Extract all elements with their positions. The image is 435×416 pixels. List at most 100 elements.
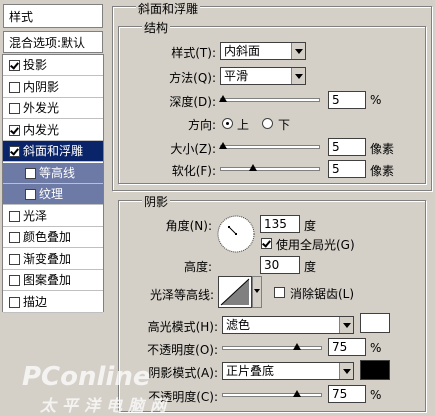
highlight-opacity-input[interactable]: 75: [328, 338, 366, 356]
highlight-color-swatch[interactable]: [360, 313, 390, 333]
style-item-8[interactable]: 光泽: [3, 205, 103, 227]
shading-title: 阴影: [142, 193, 171, 210]
size-input[interactable]: 5: [328, 138, 366, 156]
depth-slider[interactable]: [218, 95, 320, 102]
style-item-label: 图案叠加: [23, 273, 72, 287]
depth-slider-thumb[interactable]: [218, 95, 227, 102]
anti-alias-label: 消除锯齿(L): [290, 287, 355, 301]
style-item-checkbox[interactable]: [25, 167, 36, 179]
style-item-label: 等高线: [39, 165, 76, 180]
direction-down-radio[interactable]: [262, 118, 273, 129]
highlight-mode-label: 高光模式(H):: [147, 320, 218, 334]
bevel-emboss-title: 斜面和浮雕: [136, 0, 201, 17]
altitude-input[interactable]: 30: [260, 256, 300, 274]
angle-unit: 度: [304, 219, 317, 233]
depth-input[interactable]: 5: [328, 91, 366, 109]
shadow-opacity-thumb[interactable]: [292, 390, 301, 397]
styles-header-label: 样式: [9, 10, 34, 24]
blending-options-default[interactable]: 混合选项:默认: [3, 31, 103, 53]
style-item-label: 渐变叠加: [23, 251, 72, 266]
altitude-unit: 度: [304, 260, 317, 274]
soften-slider-thumb[interactable]: [249, 164, 258, 171]
style-item-4[interactable]: 内发光: [3, 119, 103, 141]
structure-title: 结构: [142, 19, 171, 36]
shadow-opacity-slider[interactable]: [222, 390, 322, 397]
shadow-mode-select[interactable]: 正片叠底: [222, 362, 354, 380]
global-light-label: 使用全局光(G): [276, 238, 355, 252]
technique-select[interactable]: 平滑: [220, 67, 306, 85]
style-item-checkbox[interactable]: [9, 232, 20, 243]
soften-input[interactable]: 5: [328, 160, 366, 178]
chevron-down-icon: [254, 289, 260, 293]
style-item-label: 投影: [23, 58, 48, 72]
style-select[interactable]: 内斜面: [220, 42, 306, 60]
style-item-6[interactable]: 等高线: [3, 162, 103, 184]
style-item-label: 外发光: [23, 101, 60, 115]
style-item-checkbox[interactable]: [9, 210, 20, 222]
style-item-label: 描边: [23, 294, 48, 309]
direction-label: 方向:: [187, 118, 216, 132]
direction-up-radio[interactable]: [222, 118, 233, 129]
style-item-label: 内发光: [23, 122, 60, 137]
size-slider-thumb[interactable]: [218, 142, 227, 149]
style-item-10[interactable]: 渐变叠加: [3, 248, 103, 270]
style-label: 样式(T):: [171, 46, 216, 60]
altitude-label: 高度:: [183, 260, 212, 274]
style-item-2[interactable]: 内阴影: [3, 76, 103, 98]
soften-label: 软化(F):: [171, 164, 216, 178]
highlight-opacity-thumb[interactable]: [292, 343, 301, 350]
soften-slider[interactable]: [220, 164, 320, 171]
angle-input[interactable]: 135: [260, 215, 300, 233]
gloss-contour-dropdown[interactable]: [252, 276, 262, 308]
styles-header[interactable]: 样式: [3, 4, 103, 28]
angle-label: 角度(N):: [165, 219, 212, 233]
style-item-checkbox[interactable]: [25, 189, 36, 200]
watermark-cn: 太平洋电脑网: [40, 396, 173, 415]
shadow-opacity-unit: %: [370, 388, 382, 402]
highlight-mode-select[interactable]: 滤色: [222, 316, 354, 334]
style-item-3[interactable]: 外发光: [3, 98, 103, 119]
style-item-checkbox[interactable]: [9, 146, 20, 157]
highlight-opacity-slider[interactable]: [222, 343, 322, 350]
style-item-label: 光泽: [23, 208, 48, 223]
highlight-opacity-unit: %: [370, 341, 382, 355]
gloss-contour-preview[interactable]: [218, 276, 252, 308]
global-light-checkbox[interactable]: [261, 238, 272, 249]
style-select-value: 内斜面: [224, 44, 261, 58]
style-item-7[interactable]: 纹理: [3, 184, 103, 205]
depth-label: 深度(D):: [169, 95, 216, 109]
style-item-1[interactable]: 投影: [3, 55, 103, 76]
shadow-mode-value: 正片叠底: [226, 364, 275, 378]
size-slider[interactable]: [218, 142, 320, 149]
styles-panel: 样式 混合选项:默认 投影内阴影外发光内发光斜面和浮雕等高线纹理光泽颜色叠加渐变…: [0, 0, 106, 414]
style-item-checkbox[interactable]: [9, 296, 20, 308]
style-item-checkbox[interactable]: [9, 103, 20, 114]
size-unit: 像素: [370, 142, 395, 156]
shadow-opacity-input[interactable]: 75: [328, 385, 366, 403]
anti-alias-checkbox[interactable]: [274, 287, 285, 298]
style-item-9[interactable]: 颜色叠加: [3, 227, 103, 248]
technique-label: 方法(Q):: [169, 71, 216, 85]
direction-down-label: 下: [278, 118, 291, 132]
style-item-5[interactable]: 斜面和浮雕: [3, 141, 103, 162]
highlight-mode-value: 滤色: [226, 318, 251, 332]
gloss-contour-label: 光泽等高线:: [149, 288, 214, 302]
style-item-11[interactable]: 图案叠加: [3, 270, 103, 291]
depth-unit: %: [370, 93, 382, 107]
style-item-12[interactable]: 描边: [3, 291, 103, 313]
blending-options-label: 混合选项:默认: [9, 36, 86, 50]
style-item-label: 颜色叠加: [23, 230, 72, 244]
style-item-label: 斜面和浮雕: [23, 144, 84, 158]
direction-up-label: 上: [237, 118, 250, 132]
watermark-brand: PConline: [22, 362, 151, 392]
style-item-checkbox[interactable]: [9, 81, 20, 93]
chevron-down-icon: [339, 317, 353, 333]
style-item-label: 内阴影: [23, 79, 60, 94]
angle-dial[interactable]: [216, 214, 256, 254]
style-item-checkbox[interactable]: [9, 60, 20, 71]
shadow-color-swatch[interactable]: [360, 360, 390, 380]
style-item-checkbox[interactable]: [9, 124, 20, 136]
style-item-checkbox[interactable]: [9, 253, 20, 265]
chevron-down-icon: [291, 68, 305, 84]
style-item-checkbox[interactable]: [9, 275, 20, 286]
